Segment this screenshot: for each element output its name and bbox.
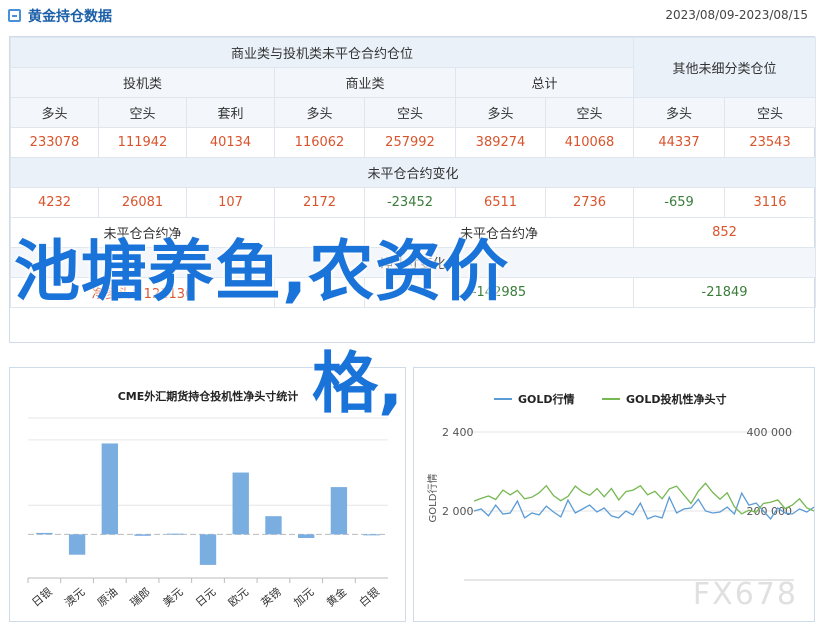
bar <box>134 534 151 536</box>
net-change-header: 净头寸变化 <box>9 247 817 278</box>
spec-net-label: 净多头：121136 <box>91 287 194 302</box>
x-tick-label: 美元 <box>160 585 185 609</box>
oi-change-header: 未平仓合约变化 <box>9 157 817 188</box>
x-tick-label: 欧元 <box>226 585 251 609</box>
header-speculative: 投机类 <box>10 67 275 98</box>
change-value: 4232 <box>10 187 99 218</box>
position-value: 23543 <box>724 127 817 158</box>
x-tick-label: 白银 <box>356 585 382 610</box>
x-tick-label: 日元 <box>193 585 218 609</box>
bar <box>68 534 86 555</box>
bar <box>199 534 217 565</box>
position-value: 257992 <box>364 127 456 158</box>
watermark: FX678 <box>692 577 798 612</box>
col-long: 多头 <box>274 97 365 128</box>
position-value: 111942 <box>98 127 187 158</box>
position-value: 389274 <box>455 127 546 158</box>
change-value: 26081 <box>98 187 187 218</box>
header-commercial: 商业类 <box>274 67 456 98</box>
col-long: 多头 <box>455 97 546 128</box>
x-tick-label: 加元 <box>291 585 316 609</box>
legend-label: GOLD行情 <box>518 392 575 406</box>
group-header-other: 其他未细分类仓位 <box>633 37 817 98</box>
change-value: 2736 <box>544 187 635 218</box>
col-long: 多头 <box>633 97 726 128</box>
x-tick-label: 日银 <box>29 585 55 610</box>
col-long: 多头 <box>10 97 99 128</box>
col-short: 空头 <box>544 97 635 128</box>
date-range: 2023/08/09-2023/08/15 <box>665 8 808 22</box>
bar <box>298 534 315 538</box>
position-value: 40134 <box>186 127 275 158</box>
x-tick-label: 原油 <box>94 585 120 610</box>
y2-tick-label: 400 000 <box>747 426 793 439</box>
spec-net-title: 未平仓合约净 <box>10 217 275 248</box>
x-tick-label: 瑞郎 <box>127 585 153 610</box>
legend-label: GOLD投机性净头寸 <box>626 392 727 406</box>
x-tick-label: 英镑 <box>258 585 284 610</box>
col-short: 空头 <box>98 97 187 128</box>
positions-table-panel: 商业类与投机类未平仓合约仓位 其他未细分类仓位 投机类 商业类 总计 多头 空头… <box>9 36 817 343</box>
position-value: 44337 <box>633 127 726 158</box>
change-value: 2172 <box>274 187 365 218</box>
bar-chart-svg: CME外汇期货持仓投机性净头寸统计日银 澳元 原油 瑞郎 美元 日元 欧元 英镑 加元 黄金 白银 <box>27 389 388 610</box>
net-position-bar-chart: CME外汇期货持仓投机性净头寸统计日银 澳元 原油 瑞郎 美元 日元 欧元 英镑 加元 黄金 白银 <box>9 367 406 622</box>
change-value: -23452 <box>364 187 456 218</box>
bar <box>101 443 118 535</box>
y-axis-label: GOLD行情 <box>426 474 439 523</box>
comm-net-label: -142985 <box>471 285 527 300</box>
change-value: 6511 <box>455 187 546 218</box>
change-value: -659 <box>633 187 726 218</box>
bar <box>167 533 184 535</box>
col-short: 空头 <box>364 97 456 128</box>
page-title: 黄金持仓数据 <box>28 9 112 25</box>
change-value: 107 <box>186 187 275 218</box>
col-spread: 套利 <box>186 97 275 128</box>
position-value: 116062 <box>274 127 365 158</box>
change-value: 3116 <box>724 187 817 218</box>
comm-net-title: 未平仓合约净 <box>363 217 635 248</box>
bar <box>232 472 249 535</box>
other-net-label: -21849 <box>701 285 748 300</box>
chart-icon <box>8 9 21 22</box>
bar-chart-title: CME外汇期货持仓投机性净头寸统计 <box>118 389 299 403</box>
x-tick-label: 澳元 <box>62 585 87 609</box>
header-total: 总计 <box>454 67 635 98</box>
position-value: 410068 <box>544 127 635 158</box>
bar <box>363 534 380 536</box>
bar <box>36 532 53 535</box>
page-header: 黄金持仓数据 2023/08/09-2023/08/15 <box>0 0 820 30</box>
y-tick-label: 2 000 <box>442 505 474 518</box>
comm-net-value: 852 <box>712 225 737 240</box>
position-value: 233078 <box>10 127 99 158</box>
x-tick-label: 黄金 <box>323 585 349 610</box>
bar <box>330 487 348 535</box>
y-tick-label: 2 400 <box>442 426 474 439</box>
col-short: 空头 <box>724 97 817 128</box>
positions-table: 商业类与投机类未平仓合约仓位 其他未细分类仓位 投机类 商业类 总计 多头 空头… <box>9 37 817 308</box>
group-header-commercial: 商业类与投机类未平仓合约仓位 <box>9 37 635 68</box>
bar <box>265 516 282 535</box>
